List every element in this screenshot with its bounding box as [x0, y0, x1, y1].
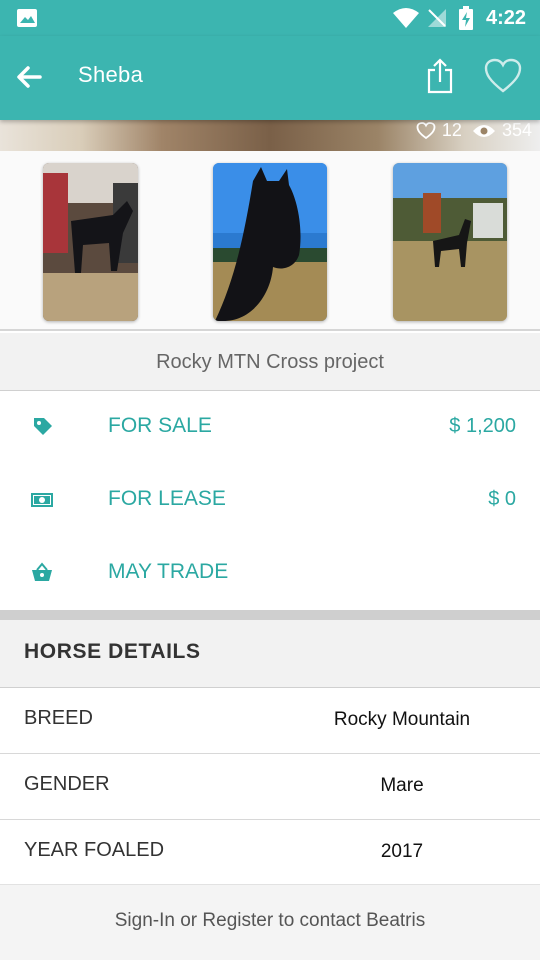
status-bar: 4:22	[0, 0, 540, 36]
likes-count: 12	[441, 120, 462, 140]
wifi-icon	[393, 8, 419, 28]
share-icon[interactable]	[424, 58, 456, 94]
for-sale-price: $ 1,200	[449, 415, 516, 437]
may-trade-row: MAY TRADE	[0, 538, 540, 608]
listing-description: Rocky MTN Cross project	[0, 333, 540, 391]
eye-icon	[472, 124, 495, 137]
horse-details-header: HORSE DETAILS	[0, 620, 540, 688]
section-divider	[0, 610, 540, 620]
no-signal-icon	[428, 9, 446, 27]
detail-value: 2017	[380, 841, 424, 862]
detail-row-year-foaled: YEAR FOALED 2017	[0, 820, 540, 886]
page-title: Sheba	[78, 62, 144, 87]
detail-key: YEAR FOALED	[24, 839, 165, 861]
thumbnail-horse-closeup[interactable]	[213, 163, 327, 321]
battery-charging-icon	[459, 6, 473, 30]
detail-value: Mare	[380, 775, 424, 796]
for-sale-label: FOR SALE	[108, 414, 212, 437]
app-bar: Sheba	[0, 36, 540, 120]
hero-image[interactable]: 12 354	[0, 120, 540, 151]
views-count: 354	[501, 120, 532, 140]
heart-outline-icon[interactable]	[484, 58, 522, 94]
for-lease-price: $ 0	[488, 488, 516, 510]
contact-seller-link[interactable]: Sign-In or Register to contact Beatris	[0, 884, 540, 960]
detail-row-gender: GENDER Mare	[0, 754, 540, 820]
detail-value: Rocky Mountain	[333, 709, 471, 730]
basket-icon	[32, 562, 52, 581]
horse-details-title: HORSE DETAILS	[24, 640, 201, 663]
for-lease-label: FOR LEASE	[108, 487, 226, 510]
photo-gallery	[0, 151, 540, 331]
for-lease-row: FOR LEASE $ 0	[0, 465, 540, 535]
thumbnail-horse-in-field[interactable]	[393, 163, 507, 321]
image-icon	[17, 9, 37, 27]
detail-key: GENDER	[24, 773, 110, 795]
detail-row-breed: BREED Rocky Mountain	[0, 688, 540, 754]
thumbnail-horse-in-barn[interactable]	[43, 163, 138, 321]
detail-key: BREED	[24, 707, 93, 729]
may-trade-label: MAY TRADE	[108, 560, 229, 583]
heart-outline-icon	[416, 121, 436, 139]
arrow-left-icon[interactable]	[14, 62, 44, 92]
stats-overlay: 12 354	[416, 120, 532, 141]
tag-icon	[34, 418, 52, 435]
status-time: 4:22	[486, 7, 527, 29]
cash-icon	[31, 493, 53, 507]
for-sale-row: FOR SALE $ 1,200	[0, 392, 540, 462]
